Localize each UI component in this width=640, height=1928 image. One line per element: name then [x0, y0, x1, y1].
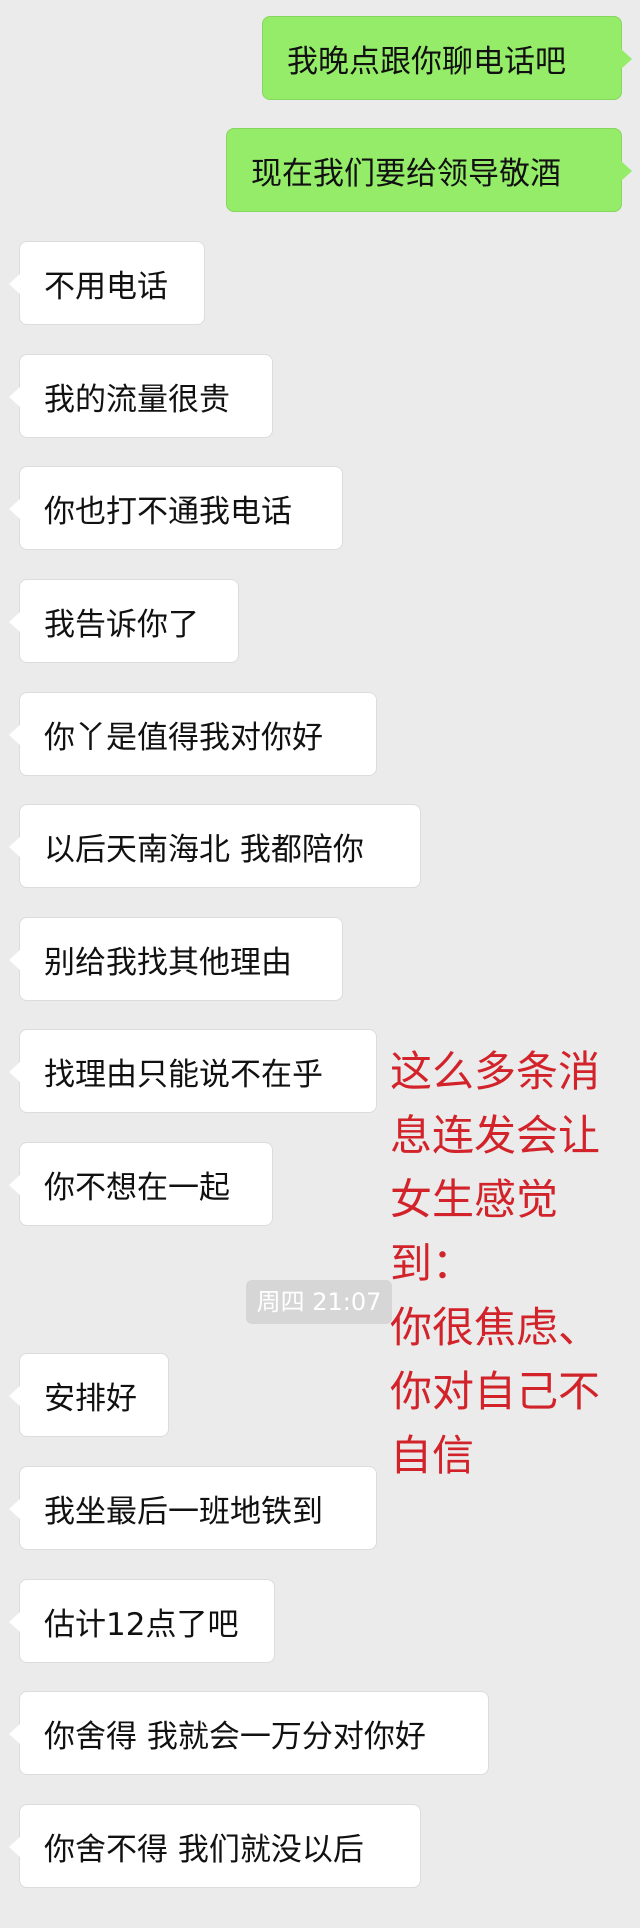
- message-text: 你舍不得 我们就没以后: [44, 1831, 364, 1868]
- message-bubble-incoming[interactable]: 安排好: [9, 1353, 169, 1437]
- message-bubble-incoming[interactable]: 我坐最后一班地铁到: [9, 1466, 377, 1550]
- timestamp-divider: 周四 21:07: [246, 1280, 392, 1324]
- bubble-tail: [9, 1611, 21, 1633]
- message-bubble-incoming[interactable]: 你丫是值得我对你好: [9, 692, 377, 776]
- message-bubble-incoming[interactable]: 以后天南海北 我都陪你: [9, 804, 421, 888]
- bubble-tail: [9, 498, 21, 520]
- annotation-line: 这么多条消: [390, 1047, 601, 1096]
- message-text: 找理由只能说不在乎: [44, 1056, 323, 1093]
- message-bubble-outgoing[interactable]: 现在我们要给领导敬酒: [226, 128, 632, 212]
- bubble-tail: [9, 1723, 21, 1745]
- annotation-line: 自信: [390, 1431, 475, 1480]
- message-text: 我晚点跟你聊电话吧: [287, 43, 566, 80]
- message-text: 安排好: [44, 1380, 137, 1417]
- bubble-tail: [9, 273, 21, 295]
- message-bubble-incoming[interactable]: 找理由只能说不在乎: [9, 1029, 377, 1113]
- message-text: 你舍得 我就会一万分对你好: [44, 1718, 426, 1755]
- annotation-line: 女生感觉: [390, 1175, 559, 1224]
- message-bubble-incoming[interactable]: 估计12点了吧: [9, 1579, 275, 1663]
- annotation-line: 你很焦虑、: [390, 1303, 601, 1352]
- annotation-line: 到：: [390, 1239, 475, 1288]
- message-bubble-outgoing[interactable]: 我晚点跟你聊电话吧: [262, 16, 632, 100]
- bubble-tail: [9, 1385, 21, 1407]
- message-bubble-incoming[interactable]: 你也打不通我电话: [9, 466, 343, 550]
- bubble-tail: [620, 160, 632, 182]
- bubble-tail: [9, 1498, 21, 1520]
- message-bubble-incoming[interactable]: 你舍不得 我们就没以后: [9, 1804, 421, 1888]
- bubble-tail: [9, 724, 21, 746]
- message-bubble-incoming[interactable]: 我告诉你了: [9, 579, 239, 663]
- bubble-tail: [9, 836, 21, 858]
- message-text: 你不想在一起: [44, 1169, 230, 1206]
- message-text: 以后天南海北 我都陪你: [44, 831, 364, 868]
- message-text: 现在我们要给领导敬酒: [251, 155, 561, 192]
- message-text: 估计12点了吧: [44, 1606, 239, 1643]
- message-text: 我坐最后一班地铁到: [44, 1493, 323, 1530]
- message-text: 你也打不通我电话: [44, 493, 292, 530]
- annotation-text: 这么多条消 息连发会让 女生感觉 到： 你很焦虑、 你对自己不 自信: [390, 1040, 600, 1488]
- bubble-tail: [620, 48, 632, 70]
- message-text: 你丫是值得我对你好: [44, 719, 323, 756]
- message-text: 我告诉你了: [44, 606, 199, 643]
- bubble-tail: [9, 1174, 21, 1196]
- bubble-tail: [9, 1061, 21, 1083]
- bubble-tail: [9, 611, 21, 633]
- message-bubble-incoming[interactable]: 你舍得 我就会一万分对你好: [9, 1691, 489, 1775]
- annotation-line: 息连发会让: [390, 1111, 601, 1160]
- message-text: 我的流量很贵: [44, 381, 230, 418]
- message-bubble-incoming[interactable]: 别给我找其他理由: [9, 917, 343, 1001]
- chat-area[interactable]: 我晚点跟你聊电话吧 现在我们要给领导敬酒 不用电话 我的流量很贵 你也打不通我电…: [0, 0, 640, 1928]
- message-text: 别给我找其他理由: [44, 944, 292, 981]
- bubble-tail: [9, 386, 21, 408]
- bubble-tail: [9, 1836, 21, 1858]
- message-bubble-incoming[interactable]: 不用电话: [9, 241, 205, 325]
- annotation-line: 你对自己不: [390, 1367, 601, 1416]
- bubble-tail: [9, 949, 21, 971]
- message-bubble-incoming[interactable]: 你不想在一起: [9, 1142, 273, 1226]
- message-text: 不用电话: [44, 268, 168, 305]
- message-bubble-incoming[interactable]: 我的流量很贵: [9, 354, 273, 438]
